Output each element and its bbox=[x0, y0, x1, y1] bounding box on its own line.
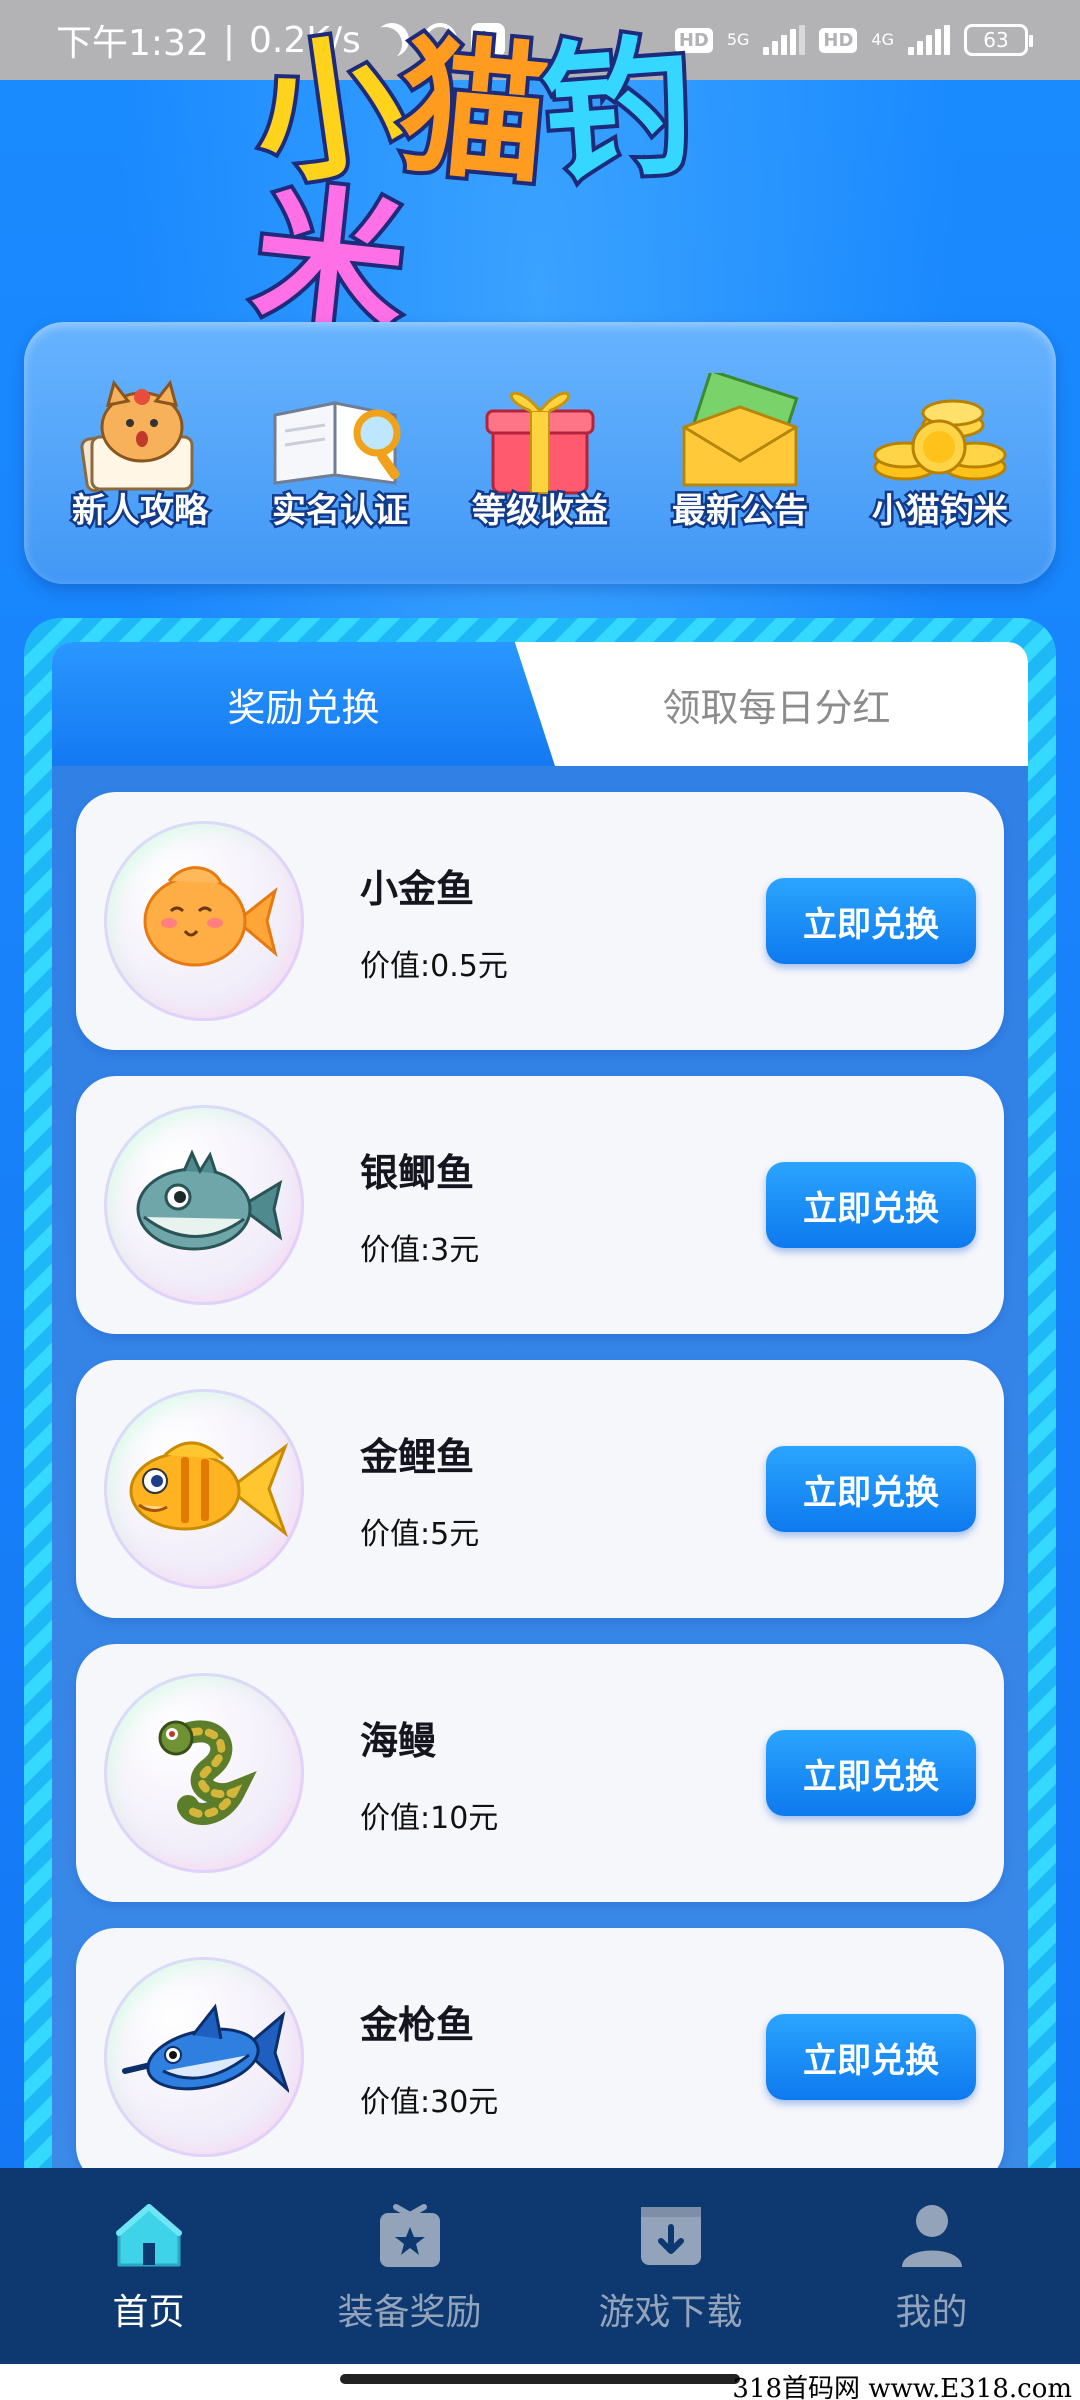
nav-item-home[interactable]: 首页 bbox=[29, 2197, 269, 2335]
nav-label: 我的 bbox=[895, 2292, 968, 2333]
gift-box-icon bbox=[465, 375, 615, 495]
user-icon bbox=[894, 2197, 970, 2273]
envelope-icon bbox=[665, 372, 815, 495]
status-time: 下午1:32 bbox=[56, 23, 209, 64]
list-item: 金鲤鱼 价值:5元 立即兑换 bbox=[76, 1360, 1004, 1618]
tab-bar: 奖励兑换 领取每日分红 bbox=[52, 642, 1028, 766]
fish-name: 银鲫鱼 bbox=[360, 1150, 475, 1195]
download-icon bbox=[633, 2197, 709, 2273]
tab-reward-exchange[interactable]: 奖励兑换 bbox=[52, 642, 555, 766]
goldfish-icon bbox=[104, 821, 304, 1021]
menu-item-label: 等级收益 bbox=[470, 488, 611, 533]
menu-item-latest-notice[interactable]: 最新公告 bbox=[650, 372, 830, 533]
fish-name: 金鲤鱼 bbox=[360, 1434, 475, 1479]
fish-price: 价值:10元 bbox=[360, 1800, 499, 1836]
nav-label: 首页 bbox=[112, 2292, 185, 2333]
logo-char: 钓 bbox=[533, 16, 697, 208]
fish-price: 价值:3元 bbox=[360, 1232, 480, 1268]
cat-guide-icon bbox=[65, 375, 215, 495]
exchange-button[interactable]: 立即兑换 bbox=[766, 878, 976, 964]
exchange-button[interactable]: 立即兑换 bbox=[766, 1446, 976, 1532]
reward-panel: 奖励兑换 领取每日分红 小金鱼 价值:0.5元 立即兑换 银鲫鱼 价值:3元 立… bbox=[24, 618, 1056, 2218]
list-item: 海鳗 价值:10元 立即兑换 bbox=[76, 1644, 1004, 1902]
nav-label: 装备奖励 bbox=[337, 2292, 482, 2333]
fish-name: 金枪鱼 bbox=[360, 2002, 475, 2047]
battery-icon: 63 bbox=[964, 24, 1033, 56]
list-item: 银鲫鱼 价值:3元 立即兑换 bbox=[76, 1076, 1004, 1334]
reward-box-icon bbox=[372, 2197, 448, 2273]
menu-item-label: 最新公告 bbox=[670, 488, 811, 533]
list-item: 金枪鱼 价值:30元 立即兑换 bbox=[76, 1928, 1004, 2186]
golden-carp-icon bbox=[104, 1389, 304, 1589]
nav-item-equipment-rewards[interactable]: 装备奖励 bbox=[290, 2197, 530, 2335]
exchange-button[interactable]: 立即兑换 bbox=[766, 2014, 976, 2100]
nav-item-game-download[interactable]: 游戏下载 bbox=[551, 2197, 791, 2335]
book-magnifier-icon bbox=[265, 375, 415, 495]
menu-item-level-earnings[interactable]: 等级收益 bbox=[450, 375, 630, 533]
app-logo: 小猫钓米 bbox=[240, 12, 825, 360]
silver-carp-icon bbox=[104, 1105, 304, 1305]
watermark: 318首码网 www.E318.com bbox=[732, 2374, 1072, 2400]
feature-menu: 新人攻略 实名认证 等级收益 最新公告 小猫钓米 bbox=[24, 322, 1056, 584]
logo-char: 猫 bbox=[388, 15, 555, 209]
gold-coins-icon bbox=[865, 375, 1015, 495]
menu-item-label: 新人攻略 bbox=[70, 488, 211, 533]
nav-label: 游戏下载 bbox=[598, 2292, 743, 2333]
menu-item-label: 实名认证 bbox=[270, 488, 411, 533]
fish-price: 价值:0.5元 bbox=[360, 948, 508, 984]
fish-name: 小金鱼 bbox=[360, 866, 475, 911]
menu-item-cat-fishing[interactable]: 小猫钓米 bbox=[850, 375, 1030, 533]
fish-price: 价值:5元 bbox=[360, 1516, 480, 1552]
reward-list: 小金鱼 价值:0.5元 立即兑换 银鲫鱼 价值:3元 立即兑换 金鲤鱼 价值:5… bbox=[52, 766, 1028, 2186]
home-indicator[interactable] bbox=[340, 2374, 740, 2384]
list-item: 小金鱼 价值:0.5元 立即兑换 bbox=[76, 792, 1004, 1050]
tab-daily-dividend[interactable]: 领取每日分红 bbox=[525, 642, 1028, 766]
home-icon bbox=[111, 2197, 187, 2273]
tuna-icon bbox=[104, 1957, 304, 2157]
signal-icon bbox=[908, 25, 950, 55]
fish-name: 海鳗 bbox=[360, 1718, 437, 1763]
exchange-button[interactable]: 立即兑换 bbox=[766, 1162, 976, 1248]
menu-item-label: 小猫钓米 bbox=[870, 488, 1011, 533]
bottom-navigation: 首页 装备奖励 游戏下载 我的 bbox=[0, 2168, 1080, 2364]
logo-char: 米 bbox=[242, 164, 411, 360]
menu-item-newbie-guide[interactable]: 新人攻略 bbox=[50, 375, 230, 533]
nav-item-mine[interactable]: 我的 bbox=[812, 2197, 1052, 2335]
network-type: 4G bbox=[871, 30, 894, 49]
menu-item-real-name-auth[interactable]: 实名认证 bbox=[250, 375, 430, 533]
exchange-button[interactable]: 立即兑换 bbox=[766, 1730, 976, 1816]
fish-price: 价值:30元 bbox=[360, 2084, 499, 2120]
hd-badge: HD bbox=[819, 27, 858, 53]
eel-icon bbox=[104, 1673, 304, 1873]
